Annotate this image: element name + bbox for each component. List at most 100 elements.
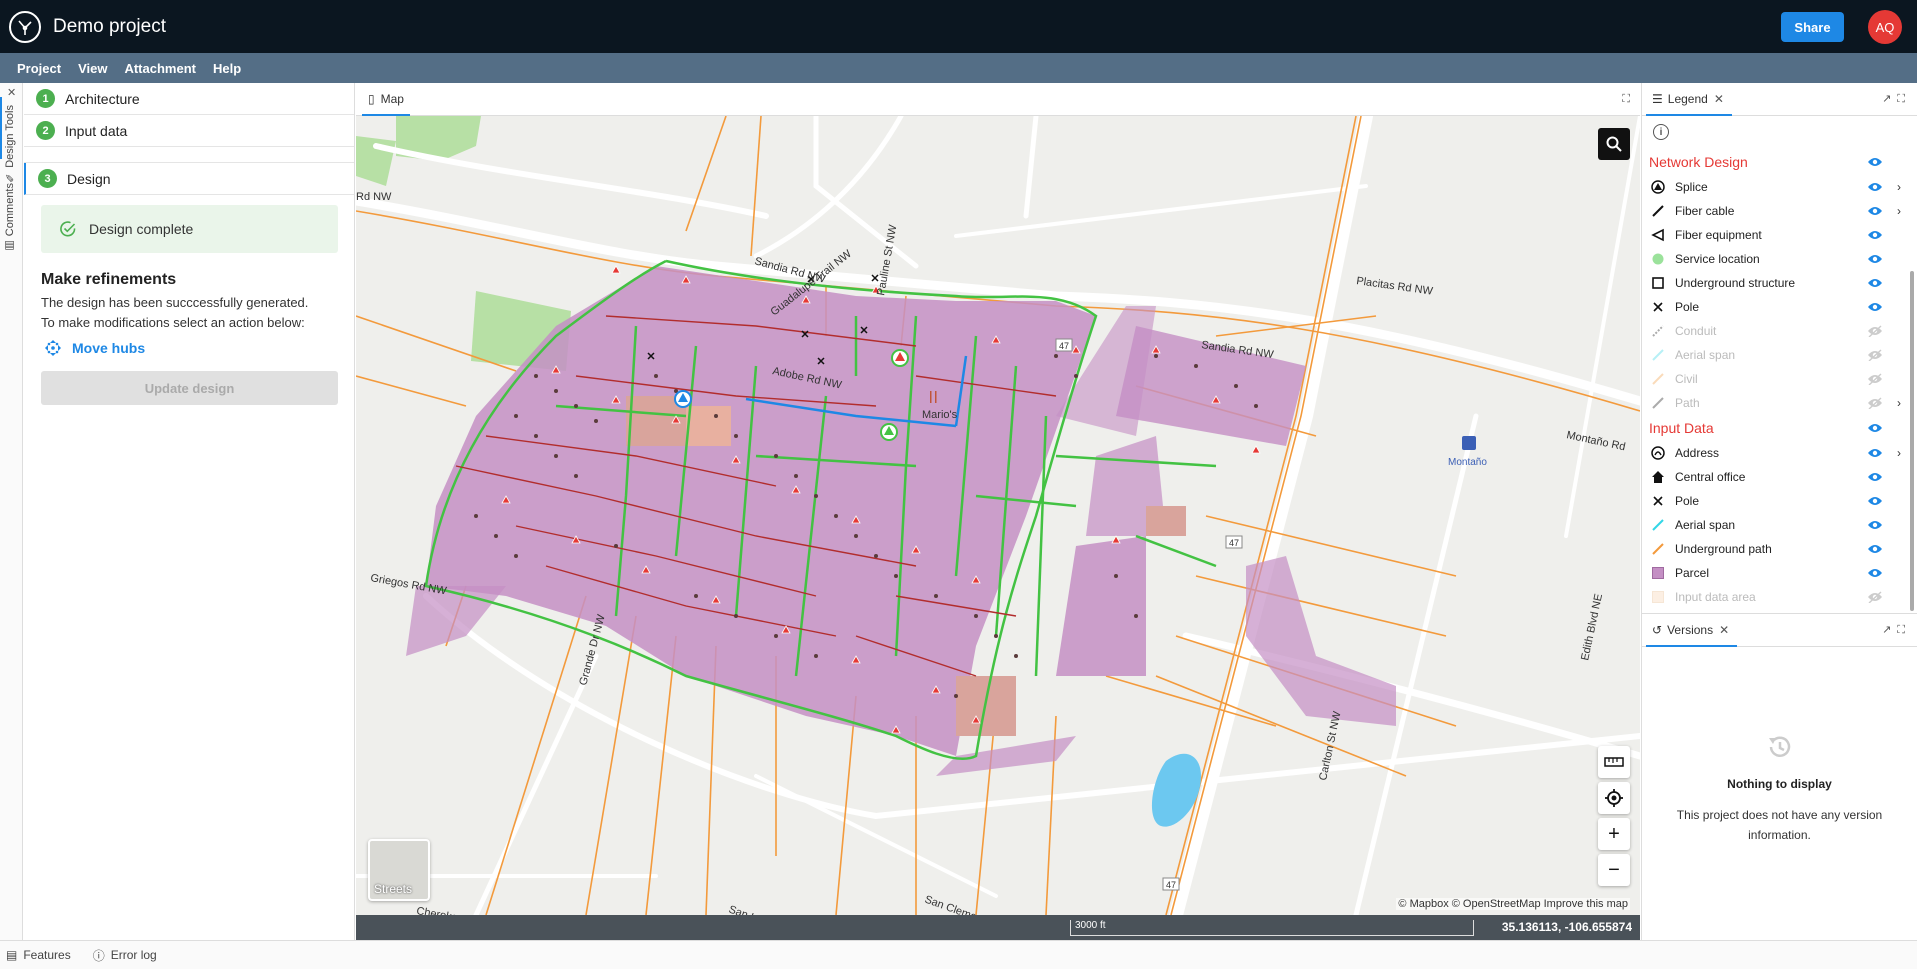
visibility-toggle-icon[interactable]: [1867, 471, 1883, 483]
legend-item[interactable]: Input data area: [1642, 585, 1907, 609]
visibility-toggle-icon[interactable]: [1867, 349, 1883, 361]
legend-item-label: Aerial span: [1675, 518, 1736, 532]
legend-item-label: Underground path: [1675, 542, 1772, 556]
legend-item[interactable]: Path ›: [1642, 391, 1907, 415]
menu-help[interactable]: Help: [213, 61, 241, 76]
visibility-toggle-icon[interactable]: [1867, 301, 1883, 313]
locate-button[interactable]: [1598, 782, 1630, 814]
visibility-toggle-icon[interactable]: [1867, 495, 1883, 507]
legend-item[interactable]: Conduit: [1642, 319, 1907, 343]
legend-item[interactable]: Central office: [1642, 465, 1907, 489]
map-attribution[interactable]: © Mapbox © OpenStreetMap Improve this ma…: [1396, 898, 1630, 910]
minus-icon: −: [1608, 858, 1620, 881]
chevron-right-icon[interactable]: ›: [1897, 446, 1901, 460]
basemap-label: Streets: [374, 882, 413, 896]
visibility-toggle-icon[interactable]: [1867, 181, 1883, 193]
menu-attachment[interactable]: Attachment: [124, 61, 196, 76]
crosshair-icon: [1605, 789, 1623, 807]
map-search-button[interactable]: [1598, 128, 1630, 160]
menu-project[interactable]: Project: [17, 61, 61, 76]
legend-item[interactable]: Fiber equipment: [1642, 223, 1907, 247]
step-input-data[interactable]: 2 Input data: [24, 115, 354, 147]
close-icon[interactable]: ✕: [1714, 92, 1724, 106]
chevron-right-icon[interactable]: ›: [1897, 204, 1901, 218]
route-shield: 47: [1166, 880, 1176, 890]
table-icon: ▤: [6, 948, 18, 962]
path-icon: [1649, 396, 1667, 410]
legend-item[interactable]: Service location: [1642, 247, 1907, 271]
legend-scrollbar[interactable]: [1910, 271, 1914, 611]
map-view[interactable]: Sandia Rd NW Guadalupe Trail NW Pauline …: [356, 116, 1640, 940]
legend-item[interactable]: Aerial span: [1642, 343, 1907, 367]
update-design-button[interactable]: Update design: [41, 371, 338, 405]
error-log-tab[interactable]: ⓘ Error log: [93, 947, 157, 964]
zoom-in-button[interactable]: +: [1598, 818, 1630, 850]
zoom-out-button[interactable]: −: [1598, 854, 1630, 886]
legend-item-label: Underground structure: [1675, 276, 1796, 290]
visibility-toggle-icon[interactable]: [1867, 519, 1883, 531]
civil-icon: [1649, 372, 1667, 386]
close-icon[interactable]: ✕: [1719, 623, 1729, 637]
user-avatar[interactable]: AQ: [1868, 10, 1902, 44]
move-hubs-label: Move hubs: [72, 340, 146, 356]
visibility-toggle-icon[interactable]: [1867, 447, 1883, 459]
expand-icon[interactable]: ⛶: [1622, 93, 1630, 106]
aerial-span-icon: [1649, 348, 1667, 362]
legend-item[interactable]: Parcel: [1642, 561, 1907, 585]
street-label: Grande Dr NW: [577, 613, 608, 687]
share-button[interactable]: Share: [1781, 12, 1844, 42]
step-number: 2: [36, 121, 55, 140]
basemap-switcher[interactable]: Streets: [368, 839, 430, 901]
tab-map[interactable]: ▯ Map: [362, 83, 410, 116]
pole-icon: [1649, 300, 1667, 314]
visibility-toggle-icon[interactable]: [1867, 422, 1883, 434]
tab-legend[interactable]: ☰ Legend ✕: [1646, 83, 1732, 116]
visibility-toggle-icon[interactable]: [1867, 156, 1883, 168]
parcel-icon: [1649, 566, 1667, 580]
step-architecture[interactable]: 1 Architecture: [24, 83, 354, 115]
menu-view[interactable]: View: [78, 61, 107, 76]
legend-item[interactable]: Pole: [1642, 489, 1907, 513]
visibility-toggle-icon[interactable]: [1867, 567, 1883, 579]
chevron-right-icon[interactable]: ›: [1897, 180, 1901, 194]
step-label: Architecture: [65, 90, 140, 107]
panel-window-controls[interactable]: ↗⛶: [1882, 92, 1911, 106]
chevron-right-icon[interactable]: ›: [1897, 396, 1901, 410]
visibility-toggle-icon[interactable]: [1867, 277, 1883, 289]
map-canvas[interactable]: Sandia Rd NW Guadalupe Trail NW Pauline …: [356, 116, 1640, 915]
visibility-toggle-icon[interactable]: [1867, 397, 1883, 409]
move-hubs-action[interactable]: Move hubs: [44, 339, 354, 357]
panel-window-controls[interactable]: ↗⛶: [1882, 623, 1911, 637]
tab-comments[interactable]: ▤ Comments: [3, 183, 16, 252]
legend-item-label: Aerial span: [1675, 348, 1736, 362]
legend-item[interactable]: Underground structure: [1642, 271, 1907, 295]
visibility-toggle-icon[interactable]: [1867, 543, 1883, 555]
visibility-toggle-icon[interactable]: [1867, 229, 1883, 241]
visibility-toggle-icon[interactable]: [1867, 325, 1883, 337]
info-icon[interactable]: i: [1653, 124, 1669, 140]
clipboard-icon: ▤: [4, 236, 16, 253]
close-icon[interactable]: ✕: [7, 86, 16, 99]
pole-icon: [1649, 494, 1667, 508]
empty-state-title: Nothing to display: [1727, 777, 1832, 791]
legend-item[interactable]: Underground path: [1642, 537, 1907, 561]
legend-item[interactable]: Aerial span: [1642, 513, 1907, 537]
legend-item[interactable]: Address ›: [1642, 441, 1907, 465]
visibility-toggle-icon[interactable]: [1867, 591, 1883, 603]
tab-design-tools[interactable]: ✎ Design Tools: [3, 105, 16, 184]
features-tab[interactable]: ▤ Features: [6, 948, 71, 962]
legend-item[interactable]: Civil: [1642, 367, 1907, 391]
app-logo[interactable]: [9, 10, 41, 43]
legend-item[interactable]: Fiber cable ›: [1642, 199, 1907, 223]
street-label: Carlton St NW: [1317, 710, 1343, 782]
step-design[interactable]: 3 Design: [24, 163, 354, 195]
legend-item[interactable]: Pole: [1642, 295, 1907, 319]
visibility-toggle-icon[interactable]: [1867, 373, 1883, 385]
fiber-cable-icon: [1649, 204, 1667, 218]
measure-button[interactable]: [1598, 746, 1630, 778]
tab-versions[interactable]: ↺ Versions ✕: [1646, 614, 1738, 647]
legend-section: Network Design: [1642, 149, 1907, 175]
visibility-toggle-icon[interactable]: [1867, 205, 1883, 217]
visibility-toggle-icon[interactable]: [1867, 253, 1883, 265]
legend-item[interactable]: Splice ›: [1642, 175, 1907, 199]
